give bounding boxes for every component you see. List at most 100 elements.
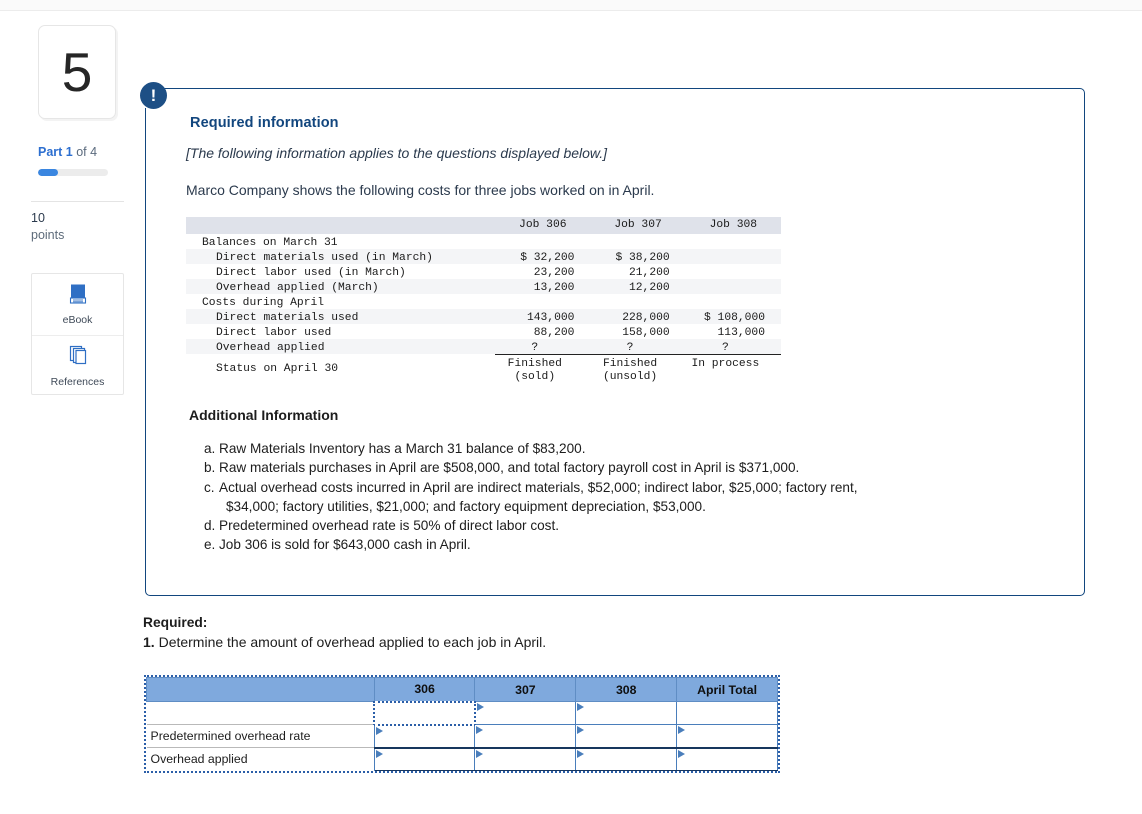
cost-row-label: Overhead applied (March) — [186, 279, 496, 294]
cost-table-col-header: Job 307 — [590, 217, 686, 234]
sidebar-divider — [31, 201, 124, 202]
answer-grid-input-cell[interactable] — [474, 746, 577, 771]
cost-row-value — [590, 294, 686, 309]
answer-grid-input-cell[interactable] — [676, 724, 778, 748]
table-row: Direct materials used (in March) $ 32,200… — [186, 249, 781, 264]
answer-grid-row-label[interactable]: Overhead applied — [146, 747, 375, 771]
panel-intro-text: Marco Company shows the following costs … — [186, 182, 655, 198]
cost-row-label: Direct labor used (in March) — [186, 264, 496, 279]
cost-table-col-header: Job 306 — [495, 217, 591, 234]
job-cost-table: Job 306 Job 307 Job 308 Balances on March 3… — [186, 217, 781, 385]
list-item: e. Job 306 is sold for $643,000 cash in A… — [204, 535, 1034, 554]
answer-grid-col-header: 307 — [474, 677, 577, 702]
cost-row-value: 12,200 — [590, 279, 686, 294]
cell-corner-marker-icon — [476, 749, 484, 758]
answer-grid-col-header: 306 — [373, 677, 476, 702]
cost-row-value: $ 32,200 — [495, 249, 591, 264]
answer-grid-input-cell[interactable] — [373, 724, 476, 748]
answer-grid-input-cell[interactable] — [474, 701, 577, 725]
question-number-card: 5 — [38, 25, 116, 119]
cell-corner-marker-icon — [577, 749, 585, 758]
list-item: b. Raw materials purchases in April are $… — [204, 458, 1034, 477]
part-total: of 4 — [72, 145, 98, 159]
list-item-marker: e. — [204, 537, 216, 553]
cell-corner-marker-icon — [476, 726, 484, 734]
points-value: 10 — [31, 211, 45, 225]
answer-grid-input-cell[interactable] — [676, 746, 778, 771]
answer-grid-input-cell[interactable] — [373, 700, 476, 726]
list-item-marker: c. — [204, 479, 215, 495]
cost-row-value: 113,000 — [685, 324, 781, 339]
answer-grid-row-label[interactable]: Predetermined overhead rate — [146, 724, 375, 748]
table-row: Direct labor used (in March) 23,200 21,200 — [186, 264, 781, 279]
references-label: References — [50, 376, 105, 388]
part-current: Part 1 — [38, 145, 73, 159]
answer-grid-input-cell[interactable] — [575, 701, 678, 725]
answer-grid-row — [146, 700, 778, 726]
answer-grid-row: Overhead applied — [146, 746, 778, 771]
table-row: Costs during April — [186, 294, 781, 309]
cost-row-value: 88,200 — [495, 324, 591, 339]
list-item-marker: b. — [204, 460, 216, 476]
top-strip — [0, 0, 1142, 11]
additional-info-list: a. Raw Materials Inventory has a March 31… — [204, 439, 1034, 555]
cost-row-label: Direct materials used — [186, 309, 496, 324]
list-item-text: Predetermined overhead rate is 50% of di… — [219, 518, 560, 534]
answer-grid-input-cell[interactable] — [373, 746, 476, 771]
cell-corner-marker-icon — [577, 726, 585, 734]
cost-row-label: Direct labor used — [186, 324, 496, 339]
cost-row-value — [685, 249, 781, 264]
cost-row-value — [590, 234, 686, 249]
cost-row-value — [685, 279, 781, 294]
list-item: d. Predetermined overhead rate is 50% of … — [204, 516, 1034, 535]
cost-row-value: 13,200 — [495, 279, 591, 294]
answer-grid-row: Predetermined overhead rate — [146, 724, 778, 748]
answer-grid-row-label[interactable] — [146, 701, 375, 725]
cost-row-value — [685, 294, 781, 309]
answer-grid-input-cell[interactable] — [474, 724, 577, 748]
references-button[interactable]: References — [32, 335, 123, 396]
answer-grid-input-cell[interactable] — [575, 724, 678, 748]
cost-table-status-row: Status on April 30 Finished (sold) Finished… — [186, 354, 781, 385]
table-row: Overhead applied??? — [186, 339, 781, 355]
cost-row-value — [685, 264, 781, 279]
cost-row-label: Overhead applied — [186, 339, 496, 354]
list-item-text: Raw materials purchases in April are $50… — [219, 460, 800, 476]
progress-bar-fill — [38, 169, 58, 176]
cost-row-value: In process — [685, 354, 781, 385]
cost-table-col-header: Job 308 — [685, 217, 781, 234]
cost-row-label: Balances on March 31 — [186, 234, 496, 249]
cost-row-value: ? — [495, 339, 591, 355]
table-row: Direct labor used 88,200 158,000 113,000 — [186, 324, 781, 339]
answer-grid-input-cell[interactable] — [676, 701, 778, 725]
required-information-panel: Required information [The following info… — [145, 88, 1085, 596]
required-heading: Required: — [143, 615, 208, 630]
points-label: points — [31, 228, 65, 242]
cost-row-value: ? — [685, 339, 781, 355]
list-item-text: Raw Materials Inventory has a March 31 b… — [219, 441, 586, 456]
cost-row-value: 158,000 — [590, 324, 686, 339]
cost-row-value: 228,000 — [590, 309, 686, 324]
cost-row-value — [685, 234, 781, 249]
cell-corner-marker-icon — [678, 726, 686, 734]
panel-italic-note: [The following information applies to th… — [186, 145, 608, 161]
list-item-continuation: $34,000; factory utilities, $21,000; and… — [226, 498, 706, 514]
required-question: 1. Determine the amount of overhead appl… — [143, 634, 546, 650]
cost-table-header-row: Job 306 Job 307 Job 308 — [186, 217, 781, 234]
ebook-button[interactable]: eBook — [32, 274, 123, 335]
list-item-text: Actual overhead costs incurred in April … — [219, 479, 858, 495]
question-sidebar: 5 Part 1 of 4 10 points eBook References — [0, 11, 140, 791]
page-root: 5 Part 1 of 4 10 points eBook References… — [0, 0, 1142, 814]
cost-row-value: $ 38,200 — [590, 249, 686, 264]
list-item: a. Raw Materials Inventory has a March 31… — [204, 439, 1034, 458]
cost-row-value: 143,000 — [495, 309, 591, 324]
list-item-marker: a. — [204, 441, 216, 456]
table-row: Overhead applied (March) 13,200 12,200 — [186, 279, 781, 294]
answer-grid[interactable]: 306 307 308 April Total Predetermined overhe… — [144, 675, 780, 773]
list-item-text: Job 306 is sold for $643,000 cash in Apr… — [219, 537, 471, 553]
copy-pages-icon — [66, 344, 90, 372]
answer-grid-col-header — [146, 677, 375, 702]
cost-row-value: 23,200 — [495, 264, 591, 279]
answer-grid-input-cell[interactable] — [575, 746, 678, 771]
cost-row-value — [495, 294, 591, 309]
